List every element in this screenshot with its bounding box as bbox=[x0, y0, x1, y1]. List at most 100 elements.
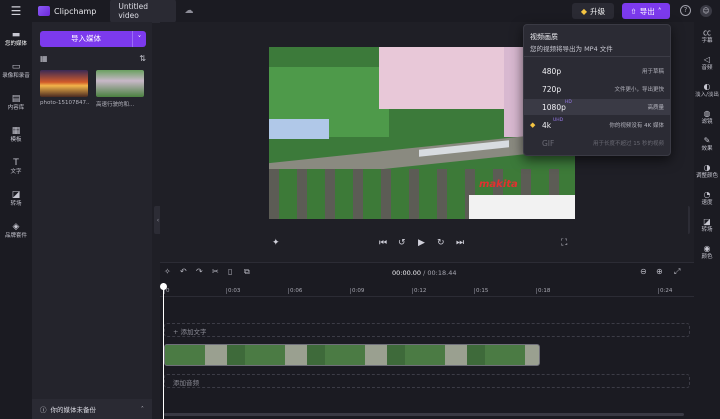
duplicate-icon[interactable]: ⧉ bbox=[244, 267, 250, 277]
camera-icon: ▭ bbox=[11, 61, 21, 72]
palette-icon: ◉ bbox=[703, 243, 711, 253]
nav-transitions[interactable]: ◪ 转场 bbox=[0, 182, 32, 214]
left-nav-rail: ▬ 您的媒体 ▭ 录像和录音 ▤ 内容库 ▦ 模板 T 文字 ◪ 转场 ◈ 品牌… bbox=[0, 22, 32, 419]
media-panel: 导入媒体 ˅ ▦ ⇅ photo-15107847... 高速行驶的和... ⓘ… bbox=[32, 22, 152, 419]
play-icon[interactable]: ▶ bbox=[418, 238, 425, 248]
export-option-gif: GIF 用于长度不超过 15 秒的视频 bbox=[524, 135, 670, 151]
audio-icon: ◁ bbox=[703, 54, 711, 64]
tool-adjust-color[interactable]: ◑ 调整颜色 bbox=[694, 157, 720, 184]
tool-label: 调整颜色 bbox=[695, 172, 718, 179]
tool-label: 速度 bbox=[701, 199, 713, 206]
nav-content-library[interactable]: ▤ 内容库 bbox=[0, 86, 32, 118]
playhead[interactable] bbox=[163, 283, 164, 419]
import-media-button[interactable]: 导入媒体 ˅ bbox=[40, 31, 146, 47]
export-option-4k[interactable]: ◆ 4k UHD 你的视频没有 4K 媒体 bbox=[524, 117, 670, 133]
delete-icon[interactable]: ▯ bbox=[228, 267, 232, 276]
export-option-1080p[interactable]: 1080p HD 高质量 bbox=[524, 99, 670, 115]
app-name: Clipchamp bbox=[54, 6, 97, 16]
tool-audio[interactable]: ◁ 音频 bbox=[694, 49, 720, 76]
nav-label: 您的媒体 bbox=[4, 40, 27, 47]
video-clip[interactable] bbox=[164, 344, 540, 366]
grid-view-icon[interactable]: ▦ bbox=[40, 54, 48, 64]
backup-banner[interactable]: ⓘ 你的媒体未备份 ˄ bbox=[32, 399, 152, 419]
filter-icon: ◍ bbox=[703, 108, 711, 118]
nav-your-media[interactable]: ▬ 您的媒体 bbox=[0, 22, 32, 54]
backup-text: 你的媒体未备份 bbox=[50, 406, 97, 414]
magic-edit-icon[interactable]: ✦ bbox=[272, 238, 280, 248]
avatar[interactable]: ☺ bbox=[700, 5, 712, 17]
nav-label: 文字 bbox=[10, 168, 22, 175]
option-resolution: 480p bbox=[542, 66, 562, 76]
upgrade-button[interactable]: ◆ 升级 bbox=[572, 3, 614, 19]
tick-label: 0:12 bbox=[411, 288, 427, 294]
menu-subtitle: 您的视频将导出为 MP4 文件 bbox=[530, 45, 613, 53]
option-resolution: 4k bbox=[542, 120, 552, 130]
tool-captions[interactable]: ㏄ 字幕 bbox=[694, 22, 720, 49]
color-adjust-icon: ◑ bbox=[703, 162, 711, 172]
menu-title: 视频画质 bbox=[530, 33, 558, 41]
gem-icon: ◆ bbox=[530, 121, 536, 129]
option-resolution: 1080p bbox=[542, 102, 566, 112]
tool-color[interactable]: ◉ 颜色 bbox=[694, 238, 720, 265]
add-audio-label: 添加音频 bbox=[173, 379, 199, 387]
tool-transitions[interactable]: ◪ 转场 bbox=[694, 211, 720, 238]
sort-icon[interactable]: ⇅ bbox=[139, 54, 146, 64]
project-title-input[interactable]: Untitled video bbox=[110, 0, 177, 23]
export-button[interactable]: ⇧ 导出 ˄ bbox=[622, 3, 670, 19]
clipchamp-editor: ☰ Clipchamp Untitled video ☁ ◆ 升级 ⇧ 导出 ˄… bbox=[0, 0, 720, 419]
audio-track[interactable]: 添加音频 bbox=[164, 374, 690, 388]
tick-label: 0:18 bbox=[535, 288, 551, 294]
tool-filters[interactable]: ◍ 滤镜 bbox=[694, 103, 720, 130]
tool-label: 字幕 bbox=[701, 37, 713, 44]
tool-speed[interactable]: ◔ 速度 bbox=[694, 184, 720, 211]
nav-brand-kit[interactable]: ◈ 品牌套件 bbox=[0, 214, 32, 246]
rewind-5-icon[interactable]: ↺ bbox=[398, 238, 406, 248]
cloud-off-icon: ☁ bbox=[184, 6, 194, 16]
timeline-scrollbar[interactable] bbox=[164, 413, 684, 416]
option-description: 用于长度不超过 15 秒的视频 bbox=[593, 141, 664, 147]
split-icon[interactable]: ✂ bbox=[212, 267, 219, 276]
media-caption: 高速行驶的和... bbox=[96, 102, 135, 108]
tool-fade[interactable]: ◐ 淡入/淡出 bbox=[694, 76, 720, 103]
text-icon: T bbox=[13, 157, 19, 168]
tool-effects[interactable]: ✎ 效果 bbox=[694, 130, 720, 157]
tick-label: 0:06 bbox=[287, 288, 303, 294]
media-toolbar: ▦ ⇅ bbox=[40, 54, 146, 64]
option-description: 你的视频没有 4K 媒体 bbox=[609, 123, 664, 129]
hd-badge: HD bbox=[565, 100, 572, 105]
timeline-toolbar: ✧ ↶ ↷ ✂ ▯ ⧉ 00:00.00 / 00:18.44 ⊖ ⊕ ⤢ bbox=[160, 267, 694, 281]
nav-templates[interactable]: ▦ 模板 bbox=[0, 118, 32, 150]
folder-icon: ▬ bbox=[11, 29, 21, 40]
media-thumbnail-photo[interactable] bbox=[40, 70, 88, 97]
zoom-in-icon[interactable]: ⊕ bbox=[656, 267, 663, 276]
right-tool-rail: ㏄ 字幕 ◁ 音频 ◐ 淡入/淡出 ◍ 滤镜 ✎ 效果 ◑ 调整颜色 ◔ 速度 … bbox=[694, 22, 720, 419]
skip-forward-icon[interactable]: ⏭ bbox=[456, 238, 464, 248]
fit-timeline-icon[interactable]: ⤢ bbox=[674, 267, 680, 277]
forward-5-icon[interactable]: ↻ bbox=[437, 238, 445, 248]
gem-icon: ◆ bbox=[580, 6, 588, 16]
option-description: 高质量 bbox=[647, 105, 664, 111]
playhead-handle[interactable] bbox=[160, 283, 167, 290]
chevron-down-icon[interactable]: ˅ bbox=[132, 31, 146, 47]
menu-icon[interactable]: ☰ bbox=[0, 0, 32, 22]
skip-back-icon[interactable]: ⏮ bbox=[379, 238, 387, 248]
nav-text[interactable]: T 文字 bbox=[0, 150, 32, 182]
media-thumbnail-video[interactable] bbox=[96, 70, 144, 97]
nav-record[interactable]: ▭ 录像和录音 bbox=[0, 54, 32, 86]
export-option-720p[interactable]: 720p 文件更小，导出更快 bbox=[524, 81, 670, 97]
export-option-480p[interactable]: 480p 用于草稿 bbox=[524, 63, 670, 79]
nav-label: 录像和录音 bbox=[2, 72, 30, 79]
tick-label: 0 bbox=[164, 288, 170, 294]
magic-icon[interactable]: ✧ bbox=[164, 267, 171, 276]
time-ruler[interactable]: 0 0:03 0:06 0:09 0:12 0:15 0:18 0:24 bbox=[160, 285, 694, 297]
help-icon[interactable]: ? bbox=[680, 5, 691, 16]
redo-icon[interactable]: ↷ bbox=[196, 267, 203, 276]
template-icon: ▦ bbox=[11, 125, 21, 136]
info-icon: ⓘ bbox=[40, 406, 47, 414]
undo-icon[interactable]: ↶ bbox=[180, 267, 187, 276]
text-track[interactable]: + 添加文字 bbox=[164, 323, 690, 337]
zoom-out-icon[interactable]: ⊖ bbox=[640, 267, 647, 276]
nav-label: 模板 bbox=[10, 136, 22, 143]
option-description: 用于草稿 bbox=[641, 69, 664, 75]
fullscreen-icon[interactable]: ⛶ bbox=[561, 238, 567, 248]
